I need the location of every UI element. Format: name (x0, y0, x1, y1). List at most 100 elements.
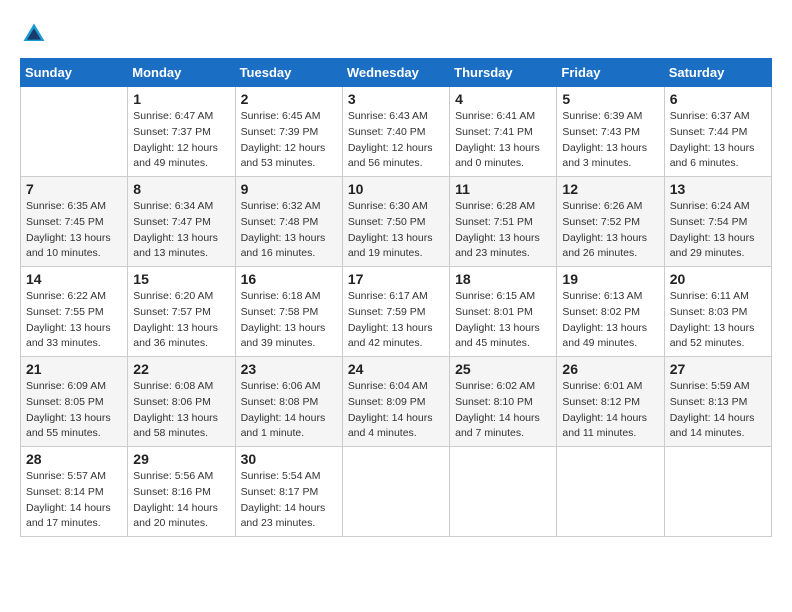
calendar-cell: 25 Sunrise: 6:02 AM Sunset: 8:10 PM Dayli… (450, 357, 557, 447)
day-info: Sunrise: 6:13 AM Sunset: 8:02 PM Dayligh… (562, 289, 658, 352)
day-info: Sunrise: 6:45 AM Sunset: 7:39 PM Dayligh… (241, 109, 337, 172)
day-number: 26 (562, 361, 658, 377)
calendar-cell: 24 Sunrise: 6:04 AM Sunset: 8:09 PM Dayli… (342, 357, 449, 447)
day-number: 13 (670, 181, 766, 197)
day-info: Sunrise: 6:24 AM Sunset: 7:54 PM Dayligh… (670, 199, 766, 262)
calendar-cell: 4 Sunrise: 6:41 AM Sunset: 7:41 PM Daylig… (450, 87, 557, 177)
calendar-cell: 13 Sunrise: 6:24 AM Sunset: 7:54 PM Dayli… (664, 177, 771, 267)
day-info: Sunrise: 6:22 AM Sunset: 7:55 PM Dayligh… (26, 289, 122, 352)
day-info: Sunrise: 6:39 AM Sunset: 7:43 PM Dayligh… (562, 109, 658, 172)
day-number: 28 (26, 451, 122, 467)
calendar-cell: 9 Sunrise: 6:32 AM Sunset: 7:48 PM Daylig… (235, 177, 342, 267)
day-number: 22 (133, 361, 229, 377)
day-header-wednesday: Wednesday (342, 59, 449, 87)
page-header (20, 20, 772, 48)
calendar-cell (664, 447, 771, 537)
day-number: 2 (241, 91, 337, 107)
calendar-table: SundayMondayTuesdayWednesdayThursdayFrid… (20, 58, 772, 537)
calendar-cell: 14 Sunrise: 6:22 AM Sunset: 7:55 PM Dayli… (21, 267, 128, 357)
day-info: Sunrise: 5:59 AM Sunset: 8:13 PM Dayligh… (670, 379, 766, 442)
day-info: Sunrise: 6:09 AM Sunset: 8:05 PM Dayligh… (26, 379, 122, 442)
calendar-cell: 18 Sunrise: 6:15 AM Sunset: 8:01 PM Dayli… (450, 267, 557, 357)
day-info: Sunrise: 6:11 AM Sunset: 8:03 PM Dayligh… (670, 289, 766, 352)
day-info: Sunrise: 6:26 AM Sunset: 7:52 PM Dayligh… (562, 199, 658, 262)
day-info: Sunrise: 5:57 AM Sunset: 8:14 PM Dayligh… (26, 469, 122, 532)
calendar-cell: 23 Sunrise: 6:06 AM Sunset: 8:08 PM Dayli… (235, 357, 342, 447)
day-info: Sunrise: 6:04 AM Sunset: 8:09 PM Dayligh… (348, 379, 444, 442)
calendar-cell (342, 447, 449, 537)
calendar-cell: 26Sunrise: 6:01 AM Sunset: 8:12 PM Dayli… (557, 357, 664, 447)
calendar-cell: 11 Sunrise: 6:28 AM Sunset: 7:51 PM Dayli… (450, 177, 557, 267)
day-number: 29 (133, 451, 229, 467)
day-info: Sunrise: 6:18 AM Sunset: 7:58 PM Dayligh… (241, 289, 337, 352)
calendar-cell (557, 447, 664, 537)
day-info: Sunrise: 6:20 AM Sunset: 7:57 PM Dayligh… (133, 289, 229, 352)
day-number: 23 (241, 361, 337, 377)
day-info: Sunrise: 6:28 AM Sunset: 7:51 PM Dayligh… (455, 199, 551, 262)
calendar-cell: 6 Sunrise: 6:37 AM Sunset: 7:44 PM Daylig… (664, 87, 771, 177)
day-info: Sunrise: 6:15 AM Sunset: 8:01 PM Dayligh… (455, 289, 551, 352)
day-number: 7 (26, 181, 122, 197)
day-number: 16 (241, 271, 337, 287)
day-header-saturday: Saturday (664, 59, 771, 87)
day-info: Sunrise: 6:34 AM Sunset: 7:47 PM Dayligh… (133, 199, 229, 262)
calendar-cell: 22 Sunrise: 6:08 AM Sunset: 8:06 PM Dayli… (128, 357, 235, 447)
day-number: 24 (348, 361, 444, 377)
day-number: 25 (455, 361, 551, 377)
day-number: 6 (670, 91, 766, 107)
day-number: 9 (241, 181, 337, 197)
day-number: 1 (133, 91, 229, 107)
day-info: Sunrise: 6:41 AM Sunset: 7:41 PM Dayligh… (455, 109, 551, 172)
day-number: 21 (26, 361, 122, 377)
calendar-cell: 21 Sunrise: 6:09 AM Sunset: 8:05 PM Dayli… (21, 357, 128, 447)
day-header-sunday: Sunday (21, 59, 128, 87)
day-header-thursday: Thursday (450, 59, 557, 87)
day-number: 5 (562, 91, 658, 107)
calendar-cell: 28 Sunrise: 5:57 AM Sunset: 8:14 PM Dayli… (21, 447, 128, 537)
day-number: 18 (455, 271, 551, 287)
calendar-cell: 3 Sunrise: 6:43 AM Sunset: 7:40 PM Daylig… (342, 87, 449, 177)
day-number: 15 (133, 271, 229, 287)
calendar-cell: 2 Sunrise: 6:45 AM Sunset: 7:39 PM Daylig… (235, 87, 342, 177)
calendar-cell: 12 Sunrise: 6:26 AM Sunset: 7:52 PM Dayli… (557, 177, 664, 267)
day-info: Sunrise: 6:32 AM Sunset: 7:48 PM Dayligh… (241, 199, 337, 262)
day-number: 27 (670, 361, 766, 377)
day-number: 30 (241, 451, 337, 467)
calendar-cell: 5 Sunrise: 6:39 AM Sunset: 7:43 PM Daylig… (557, 87, 664, 177)
day-info: Sunrise: 5:54 AM Sunset: 8:17 PM Dayligh… (241, 469, 337, 532)
day-number: 14 (26, 271, 122, 287)
day-info: Sunrise: 6:43 AM Sunset: 7:40 PM Dayligh… (348, 109, 444, 172)
calendar-cell: 10 Sunrise: 6:30 AM Sunset: 7:50 PM Dayli… (342, 177, 449, 267)
day-number: 11 (455, 181, 551, 197)
calendar-cell: 16 Sunrise: 6:18 AM Sunset: 7:58 PM Dayli… (235, 267, 342, 357)
calendar-cell (450, 447, 557, 537)
day-number: 17 (348, 271, 444, 287)
day-header-friday: Friday (557, 59, 664, 87)
day-info: Sunrise: 6:35 AM Sunset: 7:45 PM Dayligh… (26, 199, 122, 262)
calendar-cell: 17 Sunrise: 6:17 AM Sunset: 7:59 PM Dayli… (342, 267, 449, 357)
day-info: Sunrise: 6:47 AM Sunset: 7:37 PM Dayligh… (133, 109, 229, 172)
day-number: 10 (348, 181, 444, 197)
day-number: 19 (562, 271, 658, 287)
day-info: Sunrise: 5:56 AM Sunset: 8:16 PM Dayligh… (133, 469, 229, 532)
day-info: Sunrise: 6:30 AM Sunset: 7:50 PM Dayligh… (348, 199, 444, 262)
calendar-cell: 30 Sunrise: 5:54 AM Sunset: 8:17 PM Dayli… (235, 447, 342, 537)
day-number: 4 (455, 91, 551, 107)
day-number: 12 (562, 181, 658, 197)
calendar-cell: 29 Sunrise: 5:56 AM Sunset: 8:16 PM Dayli… (128, 447, 235, 537)
day-info: Sunrise: 6:17 AM Sunset: 7:59 PM Dayligh… (348, 289, 444, 352)
calendar-cell: 1 Sunrise: 6:47 AM Sunset: 7:37 PM Daylig… (128, 87, 235, 177)
day-number: 8 (133, 181, 229, 197)
calendar-cell (21, 87, 128, 177)
day-number: 3 (348, 91, 444, 107)
day-info: Sunrise: 6:02 AM Sunset: 8:10 PM Dayligh… (455, 379, 551, 442)
calendar-cell: 8 Sunrise: 6:34 AM Sunset: 7:47 PM Daylig… (128, 177, 235, 267)
calendar-cell: 15 Sunrise: 6:20 AM Sunset: 7:57 PM Dayli… (128, 267, 235, 357)
day-info: Sunrise: 6:08 AM Sunset: 8:06 PM Dayligh… (133, 379, 229, 442)
day-info: Sunrise: 6:06 AM Sunset: 8:08 PM Dayligh… (241, 379, 337, 442)
logo (20, 20, 52, 48)
calendar-cell: 20Sunrise: 6:11 AM Sunset: 8:03 PM Dayli… (664, 267, 771, 357)
day-header-tuesday: Tuesday (235, 59, 342, 87)
day-info: Sunrise: 6:37 AM Sunset: 7:44 PM Dayligh… (670, 109, 766, 172)
calendar-cell: 27 Sunrise: 5:59 AM Sunset: 8:13 PM Dayli… (664, 357, 771, 447)
